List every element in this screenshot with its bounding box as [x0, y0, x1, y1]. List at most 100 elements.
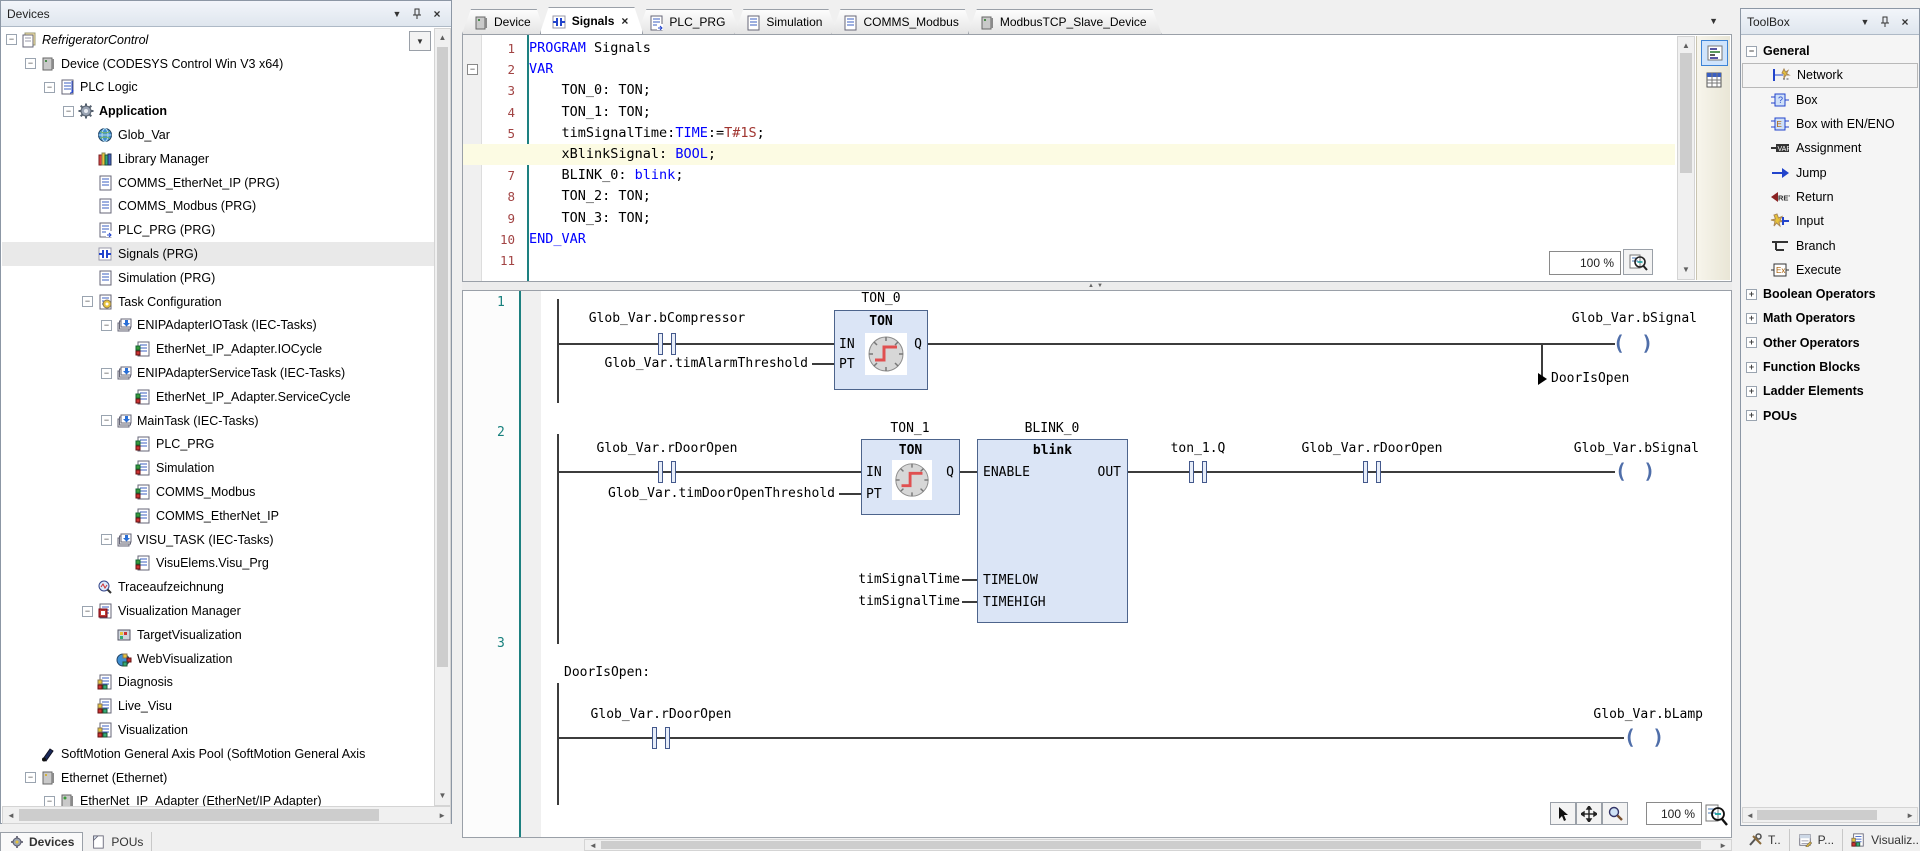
- editor-tab-device[interactable]: Device: [462, 9, 546, 34]
- toolbox-group-other-operators[interactable]: +Other Operators: [1742, 331, 1918, 355]
- expand-icon[interactable]: +: [1746, 313, 1757, 324]
- rung1-pt-operand[interactable]: Glob_Var.timAlarmThreshold: [562, 356, 808, 371]
- ladder-editor[interactable]: 1 Glob_Var.bCompressor TON_0 TON IN PT Q…: [462, 290, 1732, 838]
- rung1-jump-arrow-icon[interactable]: [1538, 373, 1547, 385]
- toolbox-group-function-blocks[interactable]: +Function Blocks: [1742, 355, 1918, 379]
- devices-close-icon[interactable]: ×: [429, 6, 445, 22]
- editor-splitter[interactable]: ▲▼: [462, 282, 1732, 290]
- collapse-icon[interactable]: −: [1746, 46, 1757, 57]
- tree-item-diagnosis[interactable]: Diagnosis: [2, 671, 435, 695]
- devices-vertical-scrollbar[interactable]: ▲ ▼: [434, 28, 451, 806]
- tree-item-visuelems-visu-prg[interactable]: VisuElems.Visu_Prg: [2, 552, 435, 576]
- rung2-ton-block[interactable]: TON IN PT Q: [861, 439, 960, 515]
- rung1-jump-label[interactable]: DoorIsOpen: [1551, 371, 1629, 386]
- dock-tab-devices[interactable]: Devices: [0, 832, 83, 851]
- tree-item-signals-prg-[interactable]: Signals (PRG): [2, 242, 435, 266]
- tree-item-visualization-manager[interactable]: −Visualization Manager: [2, 599, 435, 623]
- tree-item-webvisualization[interactable]: WebVisualization: [2, 647, 435, 671]
- toolbox-group-general[interactable]: −General: [1742, 39, 1918, 63]
- textual-view-button[interactable]: [1701, 40, 1728, 66]
- toolbox-item-box-with-en-eno[interactable]: EBox with EN/ENO: [1742, 112, 1918, 136]
- rung2-contact3-label[interactable]: Glob_Var.rDoorOpen: [1302, 441, 1443, 456]
- toolbox-item-jump[interactable]: Jump: [1742, 160, 1918, 184]
- tree-item-ethernet-ip-adapter-servicecycle[interactable]: EtherNet_IP_Adapter.ServiceCycle: [2, 385, 435, 409]
- tree-item-glob-var[interactable]: Glob_Var: [2, 123, 435, 147]
- rung2-contact3[interactable]: [1360, 460, 1384, 484]
- toolbox-pin-icon[interactable]: [1877, 14, 1893, 30]
- rung2-ton-name[interactable]: TON_1: [890, 421, 929, 436]
- toolbox-dock-tab-t-[interactable]: T..: [1740, 829, 1790, 851]
- rung2-contact2[interactable]: [1186, 460, 1210, 484]
- toolbox-group-boolean-operators[interactable]: +Boolean Operators: [1742, 282, 1918, 306]
- rung2-pt-operand[interactable]: Glob_Var.timDoorOpenThreshold: [562, 486, 835, 501]
- collapse-icon[interactable]: −: [101, 534, 112, 545]
- rung1-coil[interactable]: ( ): [1613, 331, 1655, 355]
- dock-tab-pous[interactable]: POUs: [83, 832, 152, 851]
- tree-item-ethernet-ip-adapter-iocycle[interactable]: EtherNet_IP_Adapter.IOCycle: [2, 337, 435, 361]
- rung2-coil-label[interactable]: Glob_Var.bSignal: [1574, 441, 1699, 456]
- tree-item-visu-task-iec-tasks-[interactable]: −VISU_TASK (IEC-Tasks): [2, 528, 435, 552]
- tree-item-live-visu[interactable]: Live_Visu: [2, 694, 435, 718]
- toolbox-group-math-operators[interactable]: +Math Operators: [1742, 306, 1918, 330]
- declaration-zoom-level[interactable]: 100 %: [1549, 251, 1621, 275]
- toolbox-close-icon[interactable]: ×: [1897, 14, 1913, 30]
- editor-tab-simulation[interactable]: Simulation: [734, 9, 837, 34]
- ladder-horizontal-scrollbar[interactable]: ◄ ►: [584, 839, 1732, 851]
- tabular-view-button[interactable]: [1701, 68, 1726, 92]
- rung2-contact1[interactable]: [655, 460, 679, 484]
- toolbox-dock-tab-visualiz-[interactable]: Visualiz...: [1843, 829, 1920, 851]
- collapse-icon[interactable]: −: [82, 296, 93, 307]
- tree-item-softmotion-general-axis-pool-softmotion-[interactable]: SoftMotion General Axis Pool (SoftMotion…: [2, 742, 435, 766]
- collapse-icon[interactable]: −: [63, 106, 74, 117]
- collapse-icon[interactable]: −: [101, 368, 112, 379]
- collapse-icon[interactable]: −: [44, 82, 55, 93]
- toolbox-item-branch[interactable]: Branch: [1742, 233, 1918, 257]
- rung1-block-name[interactable]: TON_0: [861, 291, 900, 306]
- rung3-contact-label[interactable]: Glob_Var.rDoorOpen: [591, 707, 732, 722]
- collapse-icon[interactable]: −: [82, 606, 93, 617]
- rung2-blink-block[interactable]: blink ENABLE OUT TIMELOW TIMEHIGH: [977, 439, 1128, 623]
- expand-icon[interactable]: +: [1746, 337, 1757, 348]
- ladder-zoom-button[interactable]: [1704, 801, 1728, 827]
- devices-pin-icon[interactable]: [409, 6, 425, 22]
- code-text-area[interactable]: PROGRAM SignalsVAR TON_0: TON; TON_1: TO…: [529, 38, 1675, 271]
- toolbox-menu-icon[interactable]: ▼: [1857, 14, 1873, 30]
- tab-close-icon[interactable]: ×: [621, 14, 628, 28]
- code-fold-marker[interactable]: −: [467, 64, 478, 75]
- tree-item-ethernet-ip-adapter-ethernet-ip-adapter-[interactable]: −EtherNet_IP_Adapter (EtherNet/IP Adapte…: [2, 790, 435, 807]
- tree-item-ethernet-ethernet-[interactable]: −Ethernet (Ethernet): [2, 766, 435, 790]
- rung2-coil[interactable]: ( ): [1615, 459, 1657, 483]
- expand-icon[interactable]: +: [1746, 386, 1757, 397]
- rung3-contact[interactable]: [649, 726, 673, 750]
- devices-horizontal-scrollbar[interactable]: ◄ ►: [2, 806, 451, 824]
- collapse-icon[interactable]: −: [25, 58, 36, 69]
- declaration-zoom-button[interactable]: [1623, 249, 1653, 275]
- tree-item-comms-ethernet-ip[interactable]: COMMS_EtherNet_IP: [2, 504, 435, 528]
- toolbox-item-assignment[interactable]: VARAssignment: [1742, 136, 1918, 160]
- rung2-blink-name[interactable]: BLINK_0: [1025, 421, 1080, 436]
- rung3-jump-target-label[interactable]: DoorIsOpen:: [564, 665, 650, 680]
- collapse-icon[interactable]: −: [25, 772, 36, 783]
- rung1-contact-label[interactable]: Glob_Var.bCompressor: [589, 311, 746, 326]
- tree-options-button[interactable]: ▼: [409, 31, 431, 51]
- rung1-number[interactable]: 1: [497, 295, 515, 310]
- rung1-ton-block[interactable]: TON IN PT Q: [834, 310, 928, 390]
- ladder-select-tool-button[interactable]: [1550, 802, 1576, 825]
- tree-item-plc-prg-prg-[interactable]: PLC_PRG (PRG): [2, 218, 435, 242]
- rung3-number[interactable]: 3: [497, 636, 515, 651]
- tree-item-comms-ethernet-ip-prg-[interactable]: COMMS_EtherNet_IP (PRG): [2, 171, 435, 195]
- toolbox-item-box[interactable]: ?Box: [1742, 88, 1918, 112]
- toolbox-group-pous[interactable]: +POUs: [1742, 403, 1918, 427]
- tree-item-comms-modbus-prg-[interactable]: COMMS_Modbus (PRG): [2, 195, 435, 219]
- rung2-contact2-label[interactable]: ton_1.Q: [1171, 441, 1226, 456]
- toolbox-item-input[interactable]: Input: [1742, 209, 1918, 233]
- tree-item-plc-logic[interactable]: −PLC Logic: [2, 76, 435, 100]
- rung1-contact[interactable]: [655, 332, 679, 356]
- tree-item-refrigeratorcontrol[interactable]: −RefrigeratorControl: [2, 28, 435, 52]
- tree-item-simulation[interactable]: Simulation: [2, 456, 435, 480]
- collapse-icon[interactable]: −: [101, 415, 112, 426]
- toolbox-item-network[interactable]: Network: [1742, 63, 1918, 87]
- toolbox-item-return[interactable]: RETReturn: [1742, 185, 1918, 209]
- collapse-icon[interactable]: −: [6, 34, 17, 45]
- collapse-icon[interactable]: −: [44, 796, 55, 806]
